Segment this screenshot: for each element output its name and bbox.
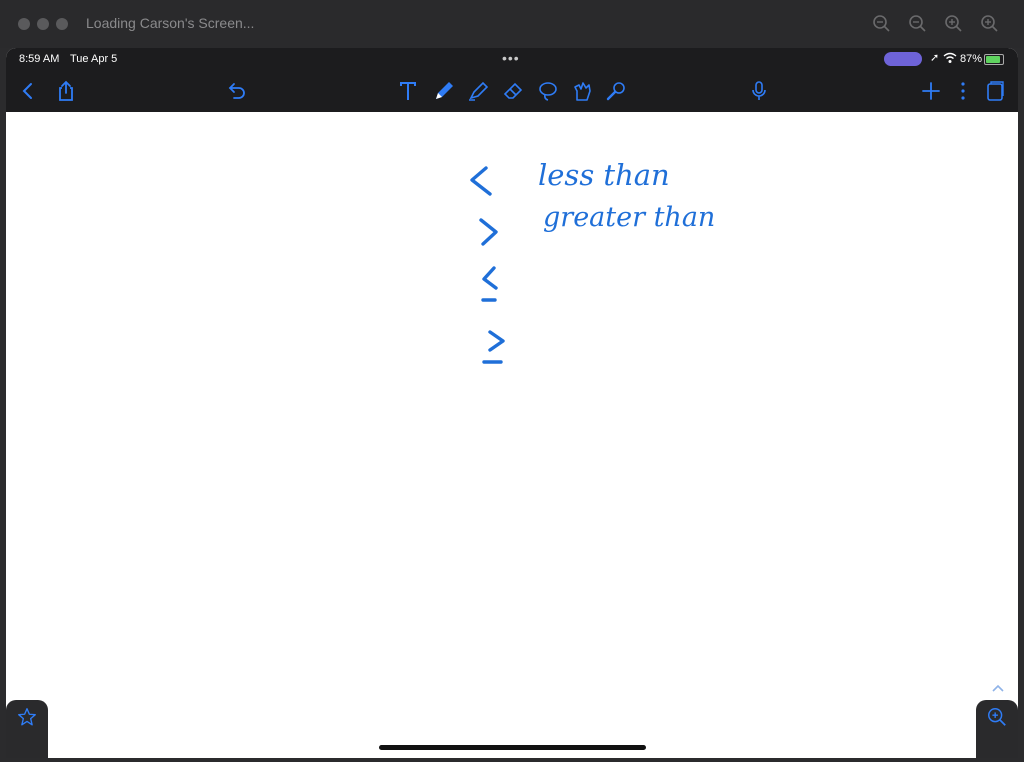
highlighter-tool-icon[interactable] (466, 79, 490, 103)
wifi-icon (943, 52, 957, 63)
shapes-tool-icon[interactable] (571, 79, 595, 103)
battery-percent: 87% (960, 53, 983, 65)
status-date: Tue Apr 5 (70, 53, 118, 65)
battery-icon (984, 54, 1004, 65)
pen-tool-icon[interactable] (432, 79, 456, 103)
star-icon[interactable] (16, 706, 38, 728)
zoom-window-button[interactable] (56, 18, 68, 30)
page-overview-icon[interactable] (983, 79, 1007, 103)
more-options-icon[interactable] (951, 79, 975, 103)
ipad-screen: 8:59 AM Tue Apr 5 ••• ➚ 87% less than gr… (6, 48, 1018, 758)
less-than-or-equal-symbol (481, 266, 498, 302)
multitasking-dots-icon[interactable]: ••• (502, 50, 520, 66)
handwritten-text-less-than: less than (538, 158, 670, 192)
share-icon[interactable] (54, 79, 78, 103)
less-than-symbol (470, 166, 492, 196)
add-page-icon[interactable] (919, 79, 943, 103)
close-window-button[interactable] (18, 18, 30, 30)
battery-level-fill (986, 56, 1000, 63)
status-time: 8:59 AM (19, 53, 60, 65)
back-chevron-icon[interactable] (16, 79, 40, 103)
zoom-in-icon[interactable] (986, 706, 1008, 728)
handwritten-text-greater-than: greater than (543, 202, 715, 233)
laser-pointer-icon[interactable] (604, 79, 628, 103)
window-title: Loading Carson's Screen... (86, 15, 255, 31)
status-bar: 8:59 AM Tue Apr 5 ••• ➚ 87% (6, 48, 1018, 70)
favorite-corner-button[interactable] (6, 700, 48, 758)
home-indicator[interactable] (379, 745, 646, 750)
location-icon: ➚ (930, 52, 940, 64)
lasso-tool-icon[interactable] (536, 79, 560, 103)
undo-icon[interactable] (225, 79, 249, 103)
note-canvas[interactable]: less than greater than 15 / 16 (6, 112, 1018, 758)
text-tool-icon[interactable] (396, 79, 420, 103)
greater-than-or-equal-symbol (482, 330, 505, 364)
greater-than-symbol (479, 218, 498, 246)
zoom-in-icon[interactable] (944, 14, 964, 34)
minimize-window-button[interactable] (37, 18, 49, 30)
window-title-bar: Loading Carson's Screen... (0, 0, 1024, 48)
previous-page-icon[interactable] (991, 683, 1005, 693)
screen-mirroring-icon (884, 52, 922, 66)
eraser-tool-icon[interactable] (501, 79, 525, 103)
toolbar (6, 70, 1018, 112)
zoom-corner-button[interactable] (976, 700, 1018, 758)
zoom-fit-icon[interactable] (980, 14, 1000, 34)
microphone-icon[interactable] (747, 79, 771, 103)
handwritten-notes: less than greater than (470, 158, 715, 364)
zoom-out-icon[interactable] (908, 14, 928, 34)
zoom-actual-size-icon[interactable] (872, 14, 892, 34)
